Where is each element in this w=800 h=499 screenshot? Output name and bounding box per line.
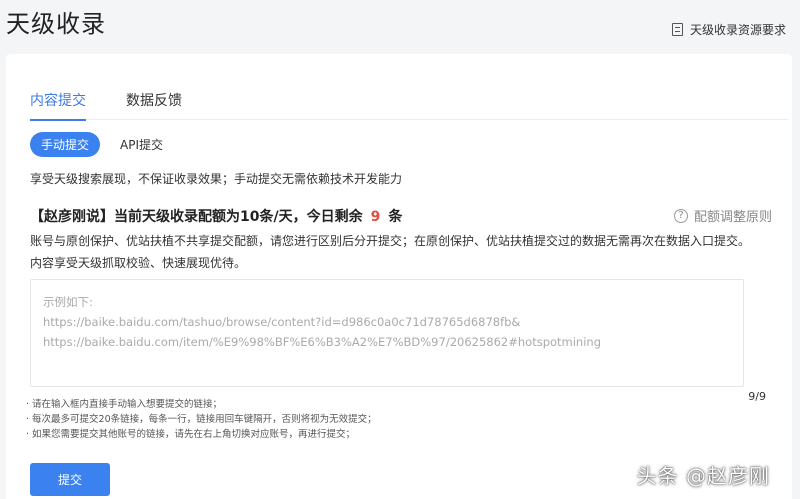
resource-requirements-link[interactable]: 天级收录资源要求: [671, 21, 786, 38]
question-icon: ?: [673, 208, 688, 223]
placeholder-example-2: https://baike.baidu.com/item/%E9%98%BF%E…: [43, 335, 602, 349]
submit-button[interactable]: 提交: [30, 463, 110, 496]
quota-remaining: 9: [370, 209, 381, 225]
page-title: 天级收录: [6, 10, 106, 38]
info-line-2: 内容享受天级抓取校验、快速展现优待。: [30, 256, 247, 270]
rule-item: · 请在输入框内直接手动输入想要提交的链接；: [26, 399, 223, 410]
submit-mode-switch: 手动提交 API提交: [30, 132, 163, 157]
placeholder-example-1: https://baike.baidu.com/tashuo/browse/co…: [43, 315, 521, 329]
quota-text: 【赵彦刚说】当前天级收录配额为10条/天，今日剩余: [30, 209, 363, 225]
url-input-textarea[interactable]: 示例如下: https://baike.baidu.com/tashuo/bro…: [30, 279, 744, 387]
url-counter: 9/9: [748, 390, 766, 403]
info-line-1: 账号与原创保护、优站扶植不共享提交配额，请您进行区别后分开提交；在原创保护、优站…: [30, 234, 751, 248]
mode-description: 享受天级搜索展现，不保证收录效果；手动提交无需依赖技术开发能力: [30, 172, 403, 186]
manual-submit-button[interactable]: 手动提交: [30, 132, 100, 157]
submit-rules: · 请在输入框内直接手动输入想要提交的链接； · 每次最多可提交20条链接，每条…: [26, 397, 377, 442]
tab-data-feedback[interactable]: 数据反馈: [126, 90, 182, 120]
rule-item: · 每次最多可提交20条链接，每条一行，链接用回车键隔开，否则将视为无效提交；: [26, 414, 377, 425]
resource-requirements-label: 天级收录资源要求: [689, 23, 786, 37]
tab-content-submit[interactable]: 内容提交: [30, 90, 86, 121]
rule-item: · 如果您需要提交其他账号的链接，请先在右上角切换对应账号，再进行提交；: [26, 429, 356, 440]
watermark: 头条 @赵彦刚: [636, 464, 770, 488]
tab-bar: 内容提交 数据反馈: [30, 90, 788, 121]
api-submit-button[interactable]: API提交: [120, 136, 163, 153]
main-card: 内容提交 数据反馈 手动提交 API提交 享受天级搜索展现，不保证收录效果；手动…: [6, 54, 792, 499]
placeholder-title: 示例如下:: [43, 295, 93, 309]
quota-unit: 条: [388, 209, 403, 225]
quota-info: 【赵彦刚说】当前天级收录配额为10条/天，今日剩余 9 条: [30, 206, 402, 226]
document-icon: [671, 23, 683, 36]
quota-rule-label: 配额调整原则: [693, 210, 772, 225]
quota-rule-link[interactable]: ? 配额调整原则: [673, 206, 772, 225]
